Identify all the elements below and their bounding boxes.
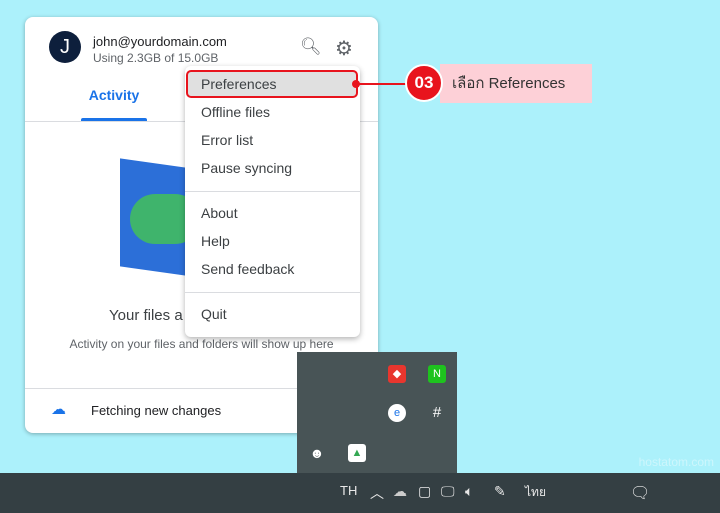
menu-divider bbox=[185, 292, 360, 293]
tray-overflow: ◆ N e # ☻ ▲ bbox=[297, 352, 457, 473]
empty-title: Your files a bbox=[109, 307, 183, 324]
menu-divider bbox=[185, 191, 360, 192]
callout-label: เลือก References bbox=[440, 64, 592, 103]
menu-item-error-list[interactable]: Error list bbox=[185, 126, 360, 154]
account-email: john@yourdomain.com bbox=[93, 34, 227, 49]
network-icon[interactable]: 🖵︎ bbox=[441, 483, 455, 500]
avatar[interactable]: J bbox=[49, 31, 81, 63]
callout-dot bbox=[352, 80, 360, 88]
menu-item-about[interactable]: About bbox=[185, 199, 360, 227]
camera-icon[interactable]: ▢ bbox=[418, 483, 431, 500]
edge-icon[interactable]: e bbox=[388, 404, 406, 422]
anydesk-icon[interactable]: ◆ bbox=[388, 365, 406, 383]
language-indicator[interactable]: TH bbox=[340, 483, 357, 498]
tab-activity[interactable]: Activity bbox=[82, 87, 146, 103]
menu-item-quit[interactable]: Quit bbox=[185, 300, 360, 328]
discord-icon[interactable]: ☻ bbox=[308, 444, 326, 462]
search-icon[interactable]: 🔍︎ bbox=[300, 37, 322, 57]
callout-connector bbox=[357, 83, 407, 85]
ime-indicator[interactable]: ไทย bbox=[525, 483, 546, 502]
settings-menu: Preferences Offline files Error list Pau… bbox=[185, 66, 360, 337]
empty-subtitle: Activity on your files and folders will … bbox=[69, 337, 334, 351]
onedrive-icon[interactable]: ☁ bbox=[393, 483, 407, 500]
chevron-up-icon[interactable]: ︿ bbox=[370, 483, 384, 503]
slack-icon[interactable]: # bbox=[428, 404, 446, 422]
pen-icon[interactable]: ✎ bbox=[494, 483, 506, 500]
notification-icon[interactable]: 🗨︎ bbox=[630, 483, 650, 503]
taskbar: TH ︿ ☁ ▢ 🖵︎ 🔈︎ ✎ ไทย 🗨︎ bbox=[0, 473, 720, 513]
watermark: hostatom.com bbox=[638, 455, 714, 469]
google-drive-icon[interactable]: ▲ bbox=[348, 444, 366, 462]
sync-status: Fetching new changes bbox=[91, 403, 222, 418]
menu-item-help[interactable]: Help bbox=[185, 227, 360, 255]
menu-item-send-feedback[interactable]: Send feedback bbox=[185, 255, 360, 283]
menu-item-pause-syncing[interactable]: Pause syncing bbox=[185, 154, 360, 182]
gear-icon[interactable]: ⚙ bbox=[335, 36, 353, 61]
cloud-upload-icon: ☁ bbox=[51, 401, 66, 418]
callout-text: เลือก References bbox=[452, 75, 566, 92]
line-icon[interactable]: N bbox=[428, 365, 446, 383]
menu-item-offline-files[interactable]: Offline files bbox=[185, 98, 360, 126]
storage-usage: Using 2.3GB of 15.0GB bbox=[93, 51, 219, 65]
volume-icon[interactable]: 🔈︎ bbox=[465, 483, 473, 500]
step-badge: 03 bbox=[405, 64, 443, 102]
menu-item-preferences[interactable]: Preferences bbox=[186, 70, 358, 98]
